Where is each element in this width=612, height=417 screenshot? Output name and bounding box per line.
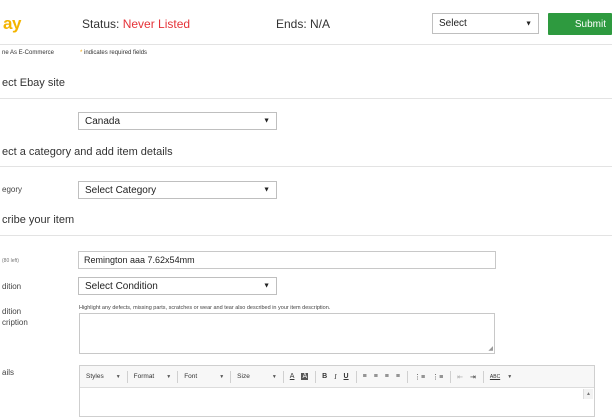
background-color-button[interactable]: A — [301, 373, 309, 380]
condition-label: dition — [2, 282, 22, 291]
divider — [0, 44, 612, 45]
divider — [0, 98, 612, 99]
text-color-button[interactable]: A — [290, 373, 295, 380]
chevron-down-icon: ▼ — [263, 117, 270, 125]
underline-button[interactable]: U — [344, 373, 349, 380]
toolbar-separator — [230, 370, 232, 383]
category-select-value: Select Category — [85, 184, 157, 196]
spellcheck-icon[interactable]: ABC — [490, 374, 500, 380]
divider — [0, 235, 612, 236]
styles-label: Styles — [86, 373, 104, 380]
section-title-category: ect a category and add item details — [2, 146, 173, 158]
details-label: ails — [2, 368, 15, 377]
divider — [0, 166, 612, 167]
toolbar-separator — [482, 370, 484, 383]
chevron-down-icon: ▼ — [525, 20, 532, 27]
status-value: Never Listed — [122, 17, 191, 31]
condition-select-value: Select Condition — [85, 280, 158, 292]
action-select-value: Select — [439, 18, 467, 29]
indent-icon[interactable]: ⇥ — [470, 373, 476, 381]
font-label: Font — [184, 373, 198, 380]
title-input[interactable]: Remington aaa 7.62x54mm — [78, 251, 496, 269]
condition-description-hint: Highlight any defects, missing parts, sc… — [79, 305, 331, 311]
required-star: * — [80, 50, 83, 56]
toolbar-separator — [126, 370, 128, 383]
format-label: Format — [133, 373, 155, 380]
condition-description-label-line2: cription — [2, 318, 28, 327]
category-select[interactable]: Select Category ▼ — [78, 181, 277, 199]
ends-text: Ends: N/A — [276, 17, 331, 31]
size-label: Size — [237, 373, 250, 380]
condition-description-label-line1: dition — [2, 307, 22, 316]
chevron-down-icon: ▼ — [263, 186, 270, 194]
justify-icon[interactable]: ≡ — [396, 373, 400, 380]
status-text: Status: Never Listed — [82, 17, 190, 31]
toolbar-separator — [406, 370, 408, 383]
chevron-down-icon: ▼ — [166, 373, 172, 380]
toolbar-separator — [282, 370, 284, 383]
ordered-list-icon[interactable]: ⋮≡ — [414, 373, 425, 381]
italic-button[interactable]: I — [334, 373, 336, 381]
required-note-text: indicates required fields — [84, 50, 148, 56]
outdent-icon[interactable]: ⇤ — [457, 373, 463, 381]
same-as-ecommerce-link[interactable]: ne As E-Commerce — [2, 50, 54, 56]
ebay-logo: ay — [3, 14, 21, 33]
status-label: Status: — [82, 17, 120, 31]
editor-toolbar: Styles ▼ Format ▼ Font ▼ Size ▼ A A B I … — [80, 366, 594, 388]
styles-dropdown[interactable]: Styles ▼ — [86, 373, 121, 380]
toolbar-separator — [450, 370, 452, 383]
bullet-list-icon[interactable]: ⋮≡ — [432, 373, 443, 381]
chevron-down-icon[interactable]: ▼ — [507, 374, 512, 380]
scroll-up-arrow-icon[interactable]: ▲ — [583, 389, 593, 399]
site-select[interactable]: Canada ▼ — [78, 112, 277, 130]
align-center-icon[interactable]: ≡ — [374, 373, 378, 380]
title-chars-left-label: (80 left) — [2, 258, 19, 264]
category-label: egory — [2, 185, 23, 194]
section-title-site: ect Ebay site — [2, 77, 65, 89]
action-select[interactable]: Select ▼ — [432, 13, 539, 34]
site-select-value: Canada — [85, 115, 121, 127]
chevron-down-icon: ▼ — [271, 373, 277, 380]
submit-button[interactable]: Submit — [548, 13, 612, 35]
chevron-down-icon: ▼ — [219, 373, 225, 380]
align-right-icon[interactable]: ≡ — [385, 373, 389, 380]
chevron-down-icon: ▼ — [115, 373, 121, 380]
font-dropdown[interactable]: Font ▼ — [184, 373, 224, 380]
bold-button[interactable]: B — [322, 373, 327, 380]
toolbar-separator — [177, 370, 179, 383]
condition-description-textarea[interactable]: ◢ — [79, 313, 495, 354]
chevron-down-icon: ▼ — [263, 282, 270, 290]
toolbar-separator — [355, 370, 357, 383]
required-note: * indicates required fields — [80, 50, 147, 56]
condition-select[interactable]: Select Condition ▼ — [78, 277, 277, 295]
format-dropdown[interactable]: Format ▼ — [134, 373, 172, 380]
resize-handle-icon[interactable]: ◢ — [488, 346, 493, 352]
details-editor[interactable]: Styles ▼ Format ▼ Font ▼ Size ▼ A A B I … — [79, 365, 595, 417]
title-input-value: Remington aaa 7.62x54mm — [84, 255, 195, 265]
toolbar-separator — [315, 370, 317, 383]
section-title-describe: cribe your item — [2, 214, 75, 226]
align-left-icon[interactable]: ≡ — [363, 373, 367, 380]
size-dropdown[interactable]: Size ▼ — [237, 373, 277, 380]
